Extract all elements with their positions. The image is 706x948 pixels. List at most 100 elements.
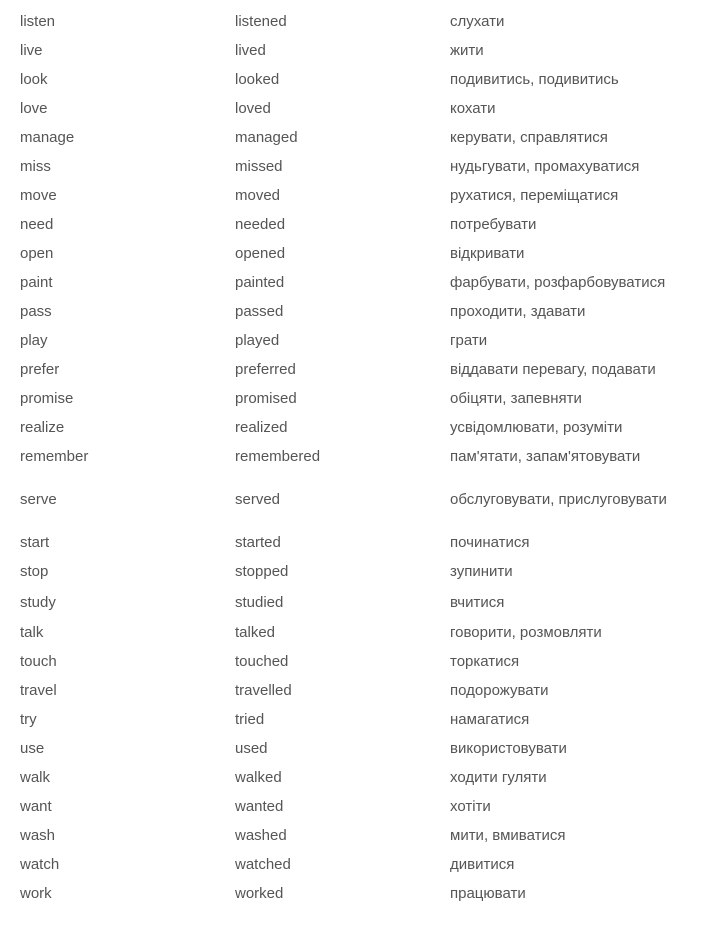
table-row: walk walked ходити гуляти (0, 763, 706, 792)
table-row: travel travelled подорожувати (0, 676, 706, 705)
verb-past: washed (235, 827, 287, 844)
verb-base: remember (20, 448, 89, 465)
verb-table: listen listened слухати live lived жити look lo… (0, 7, 706, 908)
verb-translation: фарбувати, розфарбовуватися (450, 274, 666, 291)
verb-translation: рухатися, переміщатися (450, 187, 619, 204)
verb-translation: грати (450, 332, 488, 349)
verb-past: touched (235, 653, 289, 670)
table-row: serve served обслуговувати, прислуговувати (0, 471, 706, 528)
table-row: listen listened слухати (0, 7, 706, 36)
verb-base: promise (20, 390, 74, 407)
verb-base: start (20, 534, 50, 551)
verb-past: worked (235, 885, 284, 902)
verb-translation: керувати, справлятися (450, 129, 608, 146)
verb-translation: обслуговувати, прислуговувати (450, 491, 667, 508)
verb-base: play (20, 332, 48, 349)
table-row: manage managed керувати, справлятися (0, 123, 706, 152)
verb-base: prefer (20, 361, 60, 378)
verb-translation: дивитися (450, 856, 515, 873)
verb-past: looked (235, 71, 280, 88)
verb-translation: намагатися (450, 711, 530, 728)
verb-base: study (20, 593, 56, 611)
table-row: stop stopped зупинити (0, 557, 706, 586)
verb-translation: зупинити (450, 563, 513, 580)
verb-base: need (20, 216, 54, 233)
verb-base: travel (20, 682, 57, 699)
verb-translation: проходити, здавати (450, 303, 586, 320)
table-row: play played грати (0, 326, 706, 355)
verb-translation: слухати (450, 13, 505, 30)
table-row: look looked подивитись, подивитись (0, 65, 706, 94)
table-row: work worked працювати (0, 879, 706, 908)
verb-base: want (20, 798, 52, 815)
verb-past: promised (235, 390, 297, 407)
verb-past: remembered (235, 448, 321, 465)
verb-past: passed (235, 303, 284, 320)
verb-translation: вчитися (450, 593, 505, 611)
table-row: pass passed проходити, здавати (0, 297, 706, 326)
verb-translation: нудьгувати, промахуватися (450, 158, 640, 175)
verb-translation: кохати (450, 100, 496, 117)
verb-past: talked (235, 624, 276, 641)
verb-past: missed (235, 158, 283, 175)
verb-translation: подорожувати (450, 682, 549, 699)
verb-past: painted (235, 274, 285, 291)
verb-base: watch (20, 856, 60, 873)
table-row: move moved рухатися, переміщатися (0, 181, 706, 210)
verb-base: open (20, 245, 54, 262)
verb-past: opened (235, 245, 286, 262)
table-row: need needed потребувати (0, 210, 706, 239)
table-row: remember remembered пам'ятати, запам'ятову… (0, 442, 706, 471)
verb-past: lived (235, 42, 266, 59)
verb-past: travelled (235, 682, 292, 699)
table-row: realize realized усвідомлювати, розуміти (0, 413, 706, 442)
verb-translation: використовувати (450, 740, 567, 757)
verb-base: use (20, 740, 45, 757)
verb-translation: жити (450, 42, 484, 59)
verb-translation: починатися (450, 534, 530, 551)
verb-past: wanted (235, 798, 284, 815)
verb-translation: хотіти (450, 798, 491, 815)
verb-past: walked (235, 769, 282, 786)
verb-base: paint (20, 274, 53, 291)
verb-base: try (20, 711, 37, 728)
table-row: prefer preferred віддавати перевагу, подав… (0, 355, 706, 384)
verb-base: love (20, 100, 48, 117)
table-row: touch touched торкатися (0, 647, 706, 676)
verb-past: played (235, 332, 280, 349)
verb-past: started (235, 534, 281, 551)
table-row: paint painted фарбувати, розфарбовуватися (0, 268, 706, 297)
verb-translation: подивитись, подивитись (450, 71, 619, 88)
verb-past: needed (235, 216, 286, 233)
table-row: watch watched дивитися (0, 850, 706, 879)
verb-past: managed (235, 129, 298, 146)
verb-base: listen (20, 13, 56, 30)
verb-base: talk (20, 624, 44, 641)
verb-base: move (20, 187, 57, 204)
verb-past: loved (235, 100, 271, 117)
verb-past: listened (235, 13, 287, 30)
verb-past: served (235, 491, 281, 508)
verb-translation: працювати (450, 885, 526, 902)
table-row: live lived жити (0, 36, 706, 65)
table-row: talk talked говорити, розмовляти (0, 618, 706, 647)
table-row: miss missed нудьгувати, промахуватися (0, 152, 706, 181)
verb-past: preferred (235, 361, 296, 378)
table-row: start started починатися (0, 528, 706, 557)
verb-base: miss (20, 158, 51, 175)
verb-base: realize (20, 419, 65, 436)
verb-translation: говорити, розмовляти (450, 624, 602, 641)
table-row: promise promised обіцяти, запевняти (0, 384, 706, 413)
table-row: use used використовувати (0, 734, 706, 763)
verb-base: live (20, 42, 43, 59)
verb-past: watched (235, 856, 291, 873)
verb-base: pass (20, 303, 52, 320)
verb-past: stopped (235, 563, 289, 580)
verb-past: tried (235, 711, 265, 728)
verb-past: studied (235, 593, 284, 611)
verb-past: used (235, 740, 268, 757)
verb-base: work (20, 885, 52, 902)
verb-base: wash (20, 827, 56, 844)
table-row: open opened відкривати (0, 239, 706, 268)
table-row: wash washed мити, вмиватися (0, 821, 706, 850)
